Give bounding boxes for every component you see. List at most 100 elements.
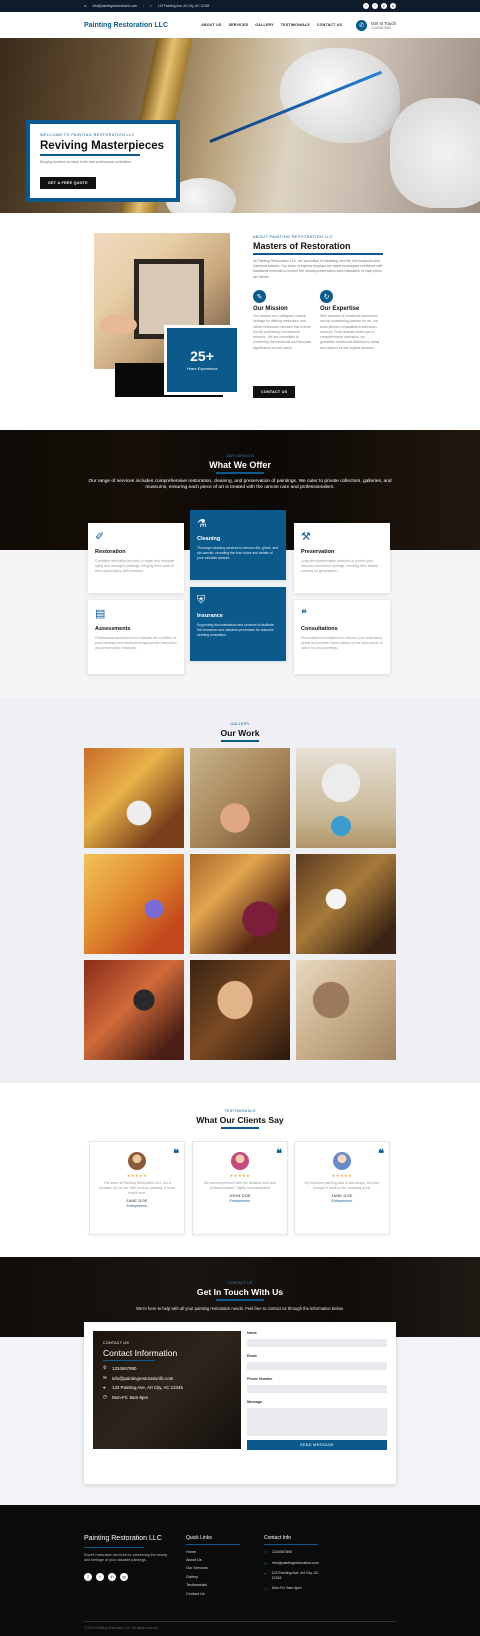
contact-title-underline [216,1299,264,1301]
send-message-button[interactable]: SEND MESSAGE [247,1440,387,1450]
service-card-assessments[interactable]: ▤ Assessments Professional assessments t… [88,600,184,674]
contact-phone[interactable]: 1234567890 [112,1366,136,1371]
gallery-image-3[interactable] [296,748,396,848]
location-icon: ⌖ [264,1571,267,1577]
service-text: Long-term preservation solutions to prot… [301,559,378,573]
gallery-image-7[interactable] [84,960,184,1060]
facebook-icon[interactable]: f [363,3,369,9]
gallery-image-8[interactable] [190,960,290,1060]
message-field[interactable] [247,1408,387,1436]
hero-image-sleeve [390,98,480,208]
brush-icon: ✎ [253,290,266,303]
service-card-restoration[interactable]: ✐ Restoration Complete restoration servi… [88,523,184,593]
footer-hours: Mon-Fri: 9am-6pm [272,1586,302,1591]
service-card-cleaning[interactable]: ⚗ Cleaning Thorough cleaning services to… [190,510,286,580]
service-text: Supporting documentation and services to… [197,623,274,637]
contact-address: 123 Painting Ave, Art City, AC 12345 [112,1385,183,1391]
gallery-section: GALLERY Our Work [0,698,480,1083]
about-title-underline [253,253,383,255]
free-quote-button[interactable]: GET A FREE QUOTE [40,176,96,189]
header-contact[interactable]: ✆ Get In Touch 1234567890 [356,19,396,31]
testimonial-role: Entrepreneur [331,1199,353,1204]
nav-gallery[interactable]: GALLERY [255,23,273,27]
testimonials-section: TESTIMONIALS What Our Clients Say ❝ ★★★★… [0,1083,480,1257]
service-card-insurance[interactable]: ⛨ Insurance Supporting documentation and… [190,587,286,661]
email-field[interactable] [247,1362,387,1370]
testimonial-quote: The team at Painting Restoration LLC did… [98,1181,176,1196]
mission-title: Our Mission [253,306,288,312]
contact-email[interactable]: info@paintingrestorationllc.com [112,1376,173,1381]
quote-icon: ❝ [276,1147,282,1160]
linkedin-icon[interactable]: in [108,1572,116,1581]
nav-services[interactable]: SERVICES [229,23,249,27]
facebook-icon[interactable]: f [84,1572,92,1581]
rating-stars: ★★★★★ [229,1173,251,1178]
footer-link-home[interactable]: Home [186,1550,240,1554]
service-card-preservation[interactable]: ⚒ Preservation Long-term preservation so… [294,523,390,593]
linkedin-icon[interactable]: in [381,3,387,9]
service-text: Professional assessments to evaluate the… [95,636,177,650]
footer-link-testimonials[interactable]: Testimonials [186,1583,240,1587]
testimonial-name: JOHN DOE [228,1194,252,1199]
copyright: © 2024 Painting Restoration LLC. All rig… [84,1621,396,1630]
twitter-icon[interactable]: t [96,1572,104,1581]
contact-intro: We're here to help with all your paintin… [136,1305,344,1311]
twitter-icon[interactable]: t [372,3,378,9]
instagram-icon[interactable]: ig [390,3,396,9]
contact-eyebrow: CONTACT US [227,1281,253,1285]
contact-us-button[interactable]: CONTACT US [253,386,296,398]
testimonial-card: ❝ ★★★★★ My heirloom painting was in bad … [294,1141,390,1235]
service-title: Preservation [301,549,335,555]
expertise-text: With decades of combined experience and … [320,314,380,350]
topbar-email[interactable]: info@paintingrestorationllc.com [93,4,138,8]
footer-link-services[interactable]: Our Services [186,1566,240,1570]
gallery-title-underline [221,740,259,742]
footer-email[interactable]: info@paintingrestoration.com [272,1561,319,1567]
main-nav: ABOUT US SERVICES GALLERY TESTIMONIALS C… [201,23,342,27]
footer-phone[interactable]: 1234567890 [272,1550,292,1556]
experience-badge: 25+ Years Experience [164,325,240,395]
nav-testimonials[interactable]: TESTIMONIALS [281,23,310,27]
service-title: Assessments [95,626,131,632]
instagram-icon[interactable]: ig [120,1572,128,1581]
service-card-consultations[interactable]: ❝ Consultations Personalized consultatio… [294,600,390,674]
footer-link-gallery[interactable]: Gallery [186,1575,240,1579]
gallery-image-6[interactable] [296,854,396,954]
contact-form: Name Email Phone Number Message SEND MES… [247,1331,387,1450]
footer-description: Expert restoration services for preservi… [84,1552,168,1563]
contact-title: Get In Touch With Us [196,1287,284,1297]
clock-icon: ◷ [103,1394,107,1400]
site-header: Painting Restoration LLC ABOUT US SERVIC… [0,12,480,38]
service-title: Cleaning [197,536,221,542]
footer-link-about[interactable]: About Us [186,1558,240,1562]
service-text: Thorough cleaning services to remove dir… [197,546,279,560]
services-title-underline [216,472,264,474]
footer-link-contact[interactable]: Contact Us [186,1592,240,1596]
service-title: Consultations [301,626,338,632]
gallery-title: Our Work [220,728,260,738]
testimonial-name: JANE DOE [331,1194,353,1199]
testimonials-eyebrow: TESTIMONIALS [224,1109,256,1113]
nav-contact[interactable]: CONTACT US [317,23,342,27]
gallery-image-1[interactable] [84,748,184,848]
header-phone[interactable]: 1234567890 [371,26,396,30]
assessment-icon: ▤ [95,608,106,620]
testimonial-card: ❝ ★★★★★ The team at Painting Restoration… [89,1141,185,1235]
gallery-image-2[interactable] [190,748,290,848]
gallery-image-9[interactable] [296,960,396,1060]
avatar [231,1152,249,1170]
gallery-eyebrow: GALLERY [230,722,250,726]
location-icon: ⌖ [150,4,152,8]
contact-info-underline [264,1544,318,1546]
mission-text: Our mission is to safeguard cultural her… [253,314,312,350]
mail-icon: ✉ [103,1375,107,1381]
quick-links-underline [186,1544,240,1546]
gallery-image-4[interactable] [84,854,184,954]
services-title: What We Offer [209,460,271,470]
phone-field[interactable] [247,1385,387,1393]
site-logo[interactable]: Painting Restoration LLC [84,22,168,29]
gallery-image-5[interactable] [190,854,290,954]
topbar-address: 123 Painting Ave, Art City, AC 12345 [157,4,210,8]
name-field[interactable] [247,1339,387,1347]
nav-about[interactable]: ABOUT US [201,23,221,27]
